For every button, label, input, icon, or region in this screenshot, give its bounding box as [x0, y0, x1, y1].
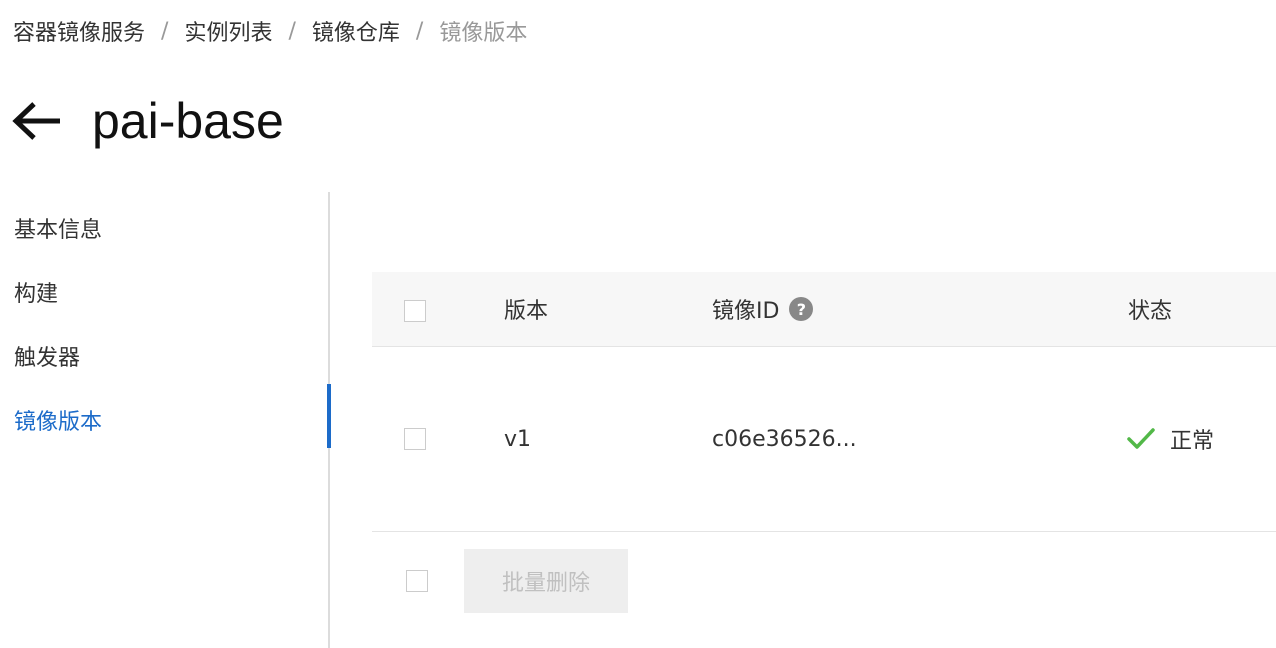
breadcrumb-item-repositories[interactable]: 镜像仓库 — [312, 15, 400, 47]
table-row[interactable]: v1 c06e36526... 正常 — [372, 347, 1276, 532]
breadcrumb: 容器镜像服务 / 实例列表 / 镜像仓库 / 镜像版本 — [13, 14, 527, 48]
select-all-checkbox[interactable] — [404, 300, 426, 322]
breadcrumb-item-service[interactable]: 容器镜像服务 — [13, 15, 145, 47]
status-indicator: 正常 — [1126, 423, 1214, 455]
cell-image-id: c06e36526... — [712, 426, 857, 452]
cell-version: v1 — [504, 426, 532, 452]
sidebar-nav: 基本信息 构建 触发器 镜像版本 — [0, 192, 331, 648]
column-header-status: 状态 — [1128, 299, 1173, 324]
check-icon — [1127, 428, 1155, 449]
batch-delete-button[interactable]: 批量删除 — [464, 549, 628, 613]
page-header: pai-base — [12, 86, 284, 156]
page-title: pai-base — [92, 93, 284, 149]
breadcrumb-current: 镜像版本 — [439, 21, 528, 46]
sidebar-active-indicator — [327, 384, 331, 448]
table-footer: 批量删除 — [372, 532, 1276, 632]
breadcrumb-separator: / — [161, 18, 169, 44]
status-text: 正常 — [1170, 429, 1215, 454]
footer-select-all-checkbox[interactable] — [406, 570, 428, 592]
row-checkbox[interactable] — [404, 428, 426, 450]
arrow-left-icon — [12, 102, 60, 140]
sidebar-item-build[interactable]: 构建 — [14, 260, 314, 324]
breadcrumb-separator: / — [415, 18, 424, 44]
column-header-image-id-label: 镜像ID — [712, 299, 780, 324]
column-header-version[interactable]: 版本 — [504, 272, 548, 346]
sidebar-item-triggers[interactable]: 触发器 — [14, 324, 314, 388]
cell-status: 正常 — [1126, 347, 1214, 531]
question-circle-icon[interactable]: ? — [789, 297, 814, 321]
sidebar-item-basic-info[interactable]: 基本信息 — [14, 196, 314, 260]
breadcrumb-separator: / — [288, 18, 296, 44]
breadcrumb-item-instances[interactable]: 实例列表 — [184, 15, 272, 47]
sidebar-item-image-versions[interactable]: 镜像版本 — [14, 388, 314, 452]
column-header-image-id: 镜像ID ? — [712, 272, 814, 346]
table-header: 版本 镜像ID ? 状态 — [372, 272, 1276, 347]
back-button[interactable] — [12, 99, 64, 143]
